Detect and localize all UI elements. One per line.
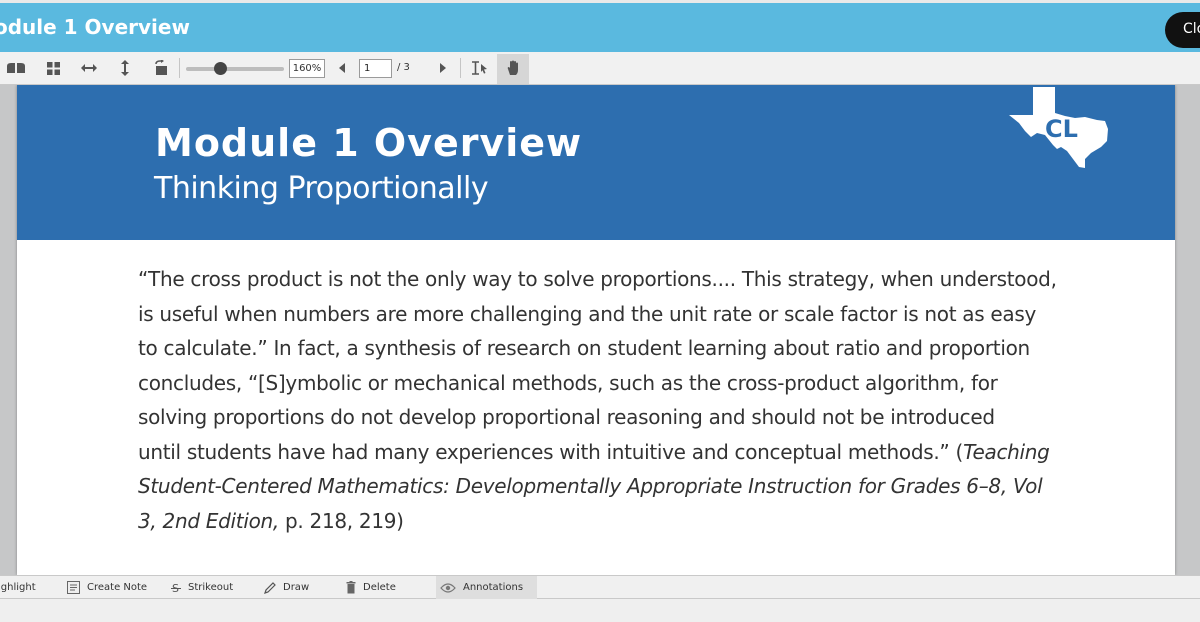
status-strip: [0, 599, 1200, 622]
next-page-icon[interactable]: [434, 56, 450, 80]
zoom-slider[interactable]: [186, 67, 284, 71]
page-number-input[interactable]: [359, 59, 392, 78]
close-button[interactable]: Clo: [1165, 12, 1200, 48]
hand-pan-icon[interactable]: [502, 56, 524, 80]
quote-line: Student-Centered Mathematics: Developmen…: [138, 469, 1128, 504]
note-icon: [67, 581, 80, 594]
citation-title: Teaching: [963, 439, 1050, 464]
strikeout-label: Strikeout: [188, 582, 234, 593]
title-bar: odule 1 Overview Clo: [0, 0, 1200, 52]
delete-label: Delete: [363, 582, 396, 593]
quote-line: until students have had many experiences…: [138, 435, 1128, 470]
fit-width-icon[interactable]: [78, 56, 100, 80]
quote-line: solving proportions do not develop propo…: [138, 405, 995, 429]
highlight-label: ighlight: [0, 582, 36, 593]
quote-line: 3, 2nd Edition, p. 218, 219): [138, 504, 1128, 539]
strikeout-icon: S: [171, 582, 181, 594]
zoom-slider-handle[interactable]: [213, 62, 227, 75]
page-total: / 3: [397, 62, 410, 73]
document-viewport[interactable]: Module 1 Overview Thinking Proportionall…: [0, 85, 1200, 575]
toolbar-separator: [460, 58, 461, 78]
quote-line: is useful when numbers are more challeng…: [138, 301, 1037, 326]
texas-cl-logo: CL: [1009, 87, 1108, 168]
quote-paragraph: “The cross product is not the only way t…: [138, 262, 1128, 538]
viewer-toolbar: 160% / 3: [0, 52, 1200, 85]
annotation-toolbar: ighlight Create Note S Strikeout Draw De…: [0, 575, 1200, 599]
create-note-label: Create Note: [87, 582, 148, 593]
grid-view-icon[interactable]: [42, 56, 64, 80]
strikeout-button[interactable]: S Strikeout: [171, 576, 233, 599]
trash-icon: [346, 581, 356, 594]
banner-subtitle: Thinking Proportionally: [154, 171, 489, 206]
quote-line: concludes, “[S]ymbolic or mechanical met…: [138, 370, 998, 395]
zoom-level-field[interactable]: 160%: [289, 59, 325, 78]
quote-text: until students have had many experiences…: [138, 439, 964, 464]
quote-line: “The cross product is not the only way t…: [138, 267, 1057, 291]
previous-page-icon[interactable]: [334, 56, 350, 80]
draw-label: Draw: [283, 582, 310, 593]
logo-text: CL: [1045, 115, 1078, 143]
highlight-button[interactable]: ighlight: [0, 576, 36, 599]
quote-line: to calculate.” In fact, a synthesis of r…: [138, 336, 1030, 360]
text-select-icon[interactable]: [467, 56, 491, 80]
annotations-toggle-button[interactable]: Annotations: [436, 576, 538, 599]
window-title: odule 1 Overview: [0, 15, 190, 39]
citation-pages: p. 218, 219): [278, 508, 404, 533]
draw-button[interactable]: Draw: [264, 576, 309, 599]
document-page: Module 1 Overview Thinking Proportionall…: [17, 85, 1175, 575]
rotate-page-icon[interactable]: [150, 56, 172, 80]
page-banner: Module 1 Overview Thinking Proportionall…: [17, 85, 1175, 240]
banner-title: Module 1 Overview: [155, 121, 583, 165]
delete-button[interactable]: Delete: [346, 576, 396, 599]
create-note-button[interactable]: Create Note: [67, 576, 147, 599]
eye-icon: [440, 582, 456, 593]
fit-height-icon[interactable]: [115, 56, 135, 80]
citation-title: 3, 2nd Edition,: [138, 508, 279, 533]
pencil-icon: [264, 581, 276, 594]
citation-title: Student-Centered Mathematics: Developmen…: [138, 474, 1043, 498]
annotations-label: Annotations: [463, 582, 524, 593]
toolbar-separator: [179, 58, 180, 78]
two-page-view-icon[interactable]: [4, 56, 28, 80]
